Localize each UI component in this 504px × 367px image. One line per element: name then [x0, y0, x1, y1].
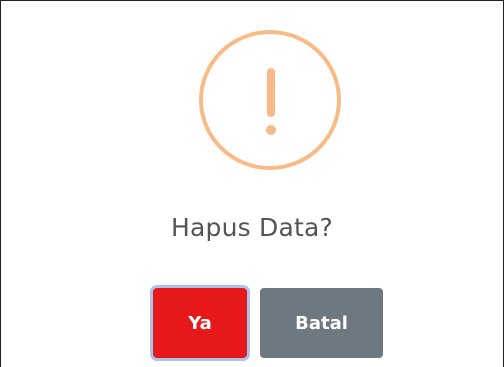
cancel-label: Batal: [295, 312, 348, 334]
dialog-title: Hapus Data?: [171, 213, 333, 242]
exclamation-mark: [266, 68, 276, 135]
warning-exclamation-icon: [199, 30, 341, 170]
confirm-dialog: Hapus Data? Ya Batal: [0, 0, 504, 367]
cancel-button[interactable]: Batal: [260, 288, 383, 358]
confirm-yes-label: Ya: [188, 312, 212, 334]
confirm-yes-button[interactable]: Ya: [153, 288, 247, 358]
